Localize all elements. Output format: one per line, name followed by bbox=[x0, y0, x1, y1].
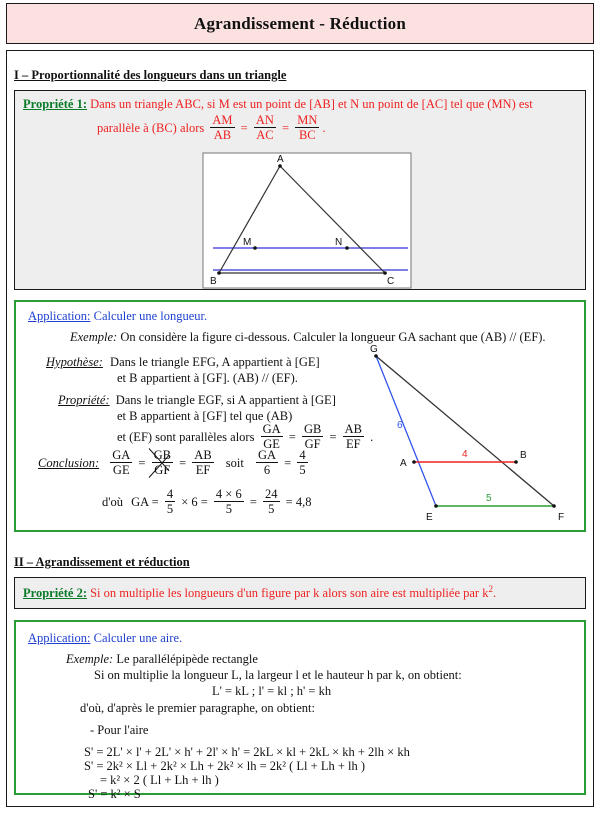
triangle-abc-figure: A B C M N bbox=[202, 152, 412, 289]
equals-sign-3: = bbox=[288, 429, 296, 444]
fraction-gb-gf-crossed: GB GF bbox=[151, 448, 173, 478]
final-expression-label: GA = bbox=[131, 494, 159, 509]
propriete-label: Propriété: bbox=[58, 393, 110, 407]
document-title-banner: Agrandissement - Réduction bbox=[6, 3, 594, 44]
property-2-text: Si on multiplie les longueurs d'un figur… bbox=[90, 586, 480, 600]
property-1-label: Propriété 1: bbox=[23, 97, 87, 111]
application-1-title: Calculer une longueur. bbox=[93, 309, 208, 323]
equals-sign-1: = bbox=[240, 120, 248, 135]
fraction-ga-ge-2: GA GE bbox=[110, 448, 133, 478]
property-2-period: . bbox=[492, 586, 497, 600]
propriete-line-3: et (EF) sont parallèles alors bbox=[117, 429, 255, 444]
equals-sign-8: = bbox=[249, 494, 257, 509]
vertex-label-a2: A bbox=[400, 458, 407, 469]
soit-text: soit bbox=[225, 455, 244, 470]
example-1-label: Exemple: bbox=[70, 330, 118, 344]
propriete-line-1: Dans le triangle EGF, si A appartient à … bbox=[115, 393, 336, 407]
fraction-ga-ge-1: GA GE bbox=[260, 422, 283, 452]
application-2-line-4: - Pour l'aire bbox=[90, 723, 149, 737]
application-2-line-2: L' = kL ; l' = kl ; h' = kh bbox=[212, 684, 332, 698]
area-equation-4: S' = k² × S bbox=[88, 787, 141, 801]
equals-sign-6: = bbox=[179, 455, 187, 470]
fraction-gb-gf-1: GB GF bbox=[301, 422, 324, 452]
example-2-text: Le parallélépipède rectangle bbox=[116, 652, 258, 666]
hypothese-label: Hypothèse: bbox=[46, 355, 103, 369]
triangle-gef-figure: G A B E F 6 4 5 bbox=[370, 344, 564, 523]
application-2-title: Calculer une aire. bbox=[93, 631, 183, 645]
property-1-box: Propriété 1: Dans un triangle ABC, si M … bbox=[14, 90, 586, 290]
segment-ge bbox=[375, 355, 437, 507]
property-2-label: Propriété 2: bbox=[23, 586, 87, 600]
property-1-line-1: Dans un triangle ABC, si M est un point … bbox=[90, 97, 533, 111]
equals-sign-4: = bbox=[329, 429, 337, 444]
measure-label-ef: 5 bbox=[486, 493, 492, 504]
property-1-line-2: parallèle à (BC) alors bbox=[97, 120, 205, 135]
segment-gf bbox=[375, 355, 555, 507]
section-2-heading: II – Agrandissement et réduction bbox=[14, 555, 190, 569]
vertex-label-c: C bbox=[387, 276, 394, 287]
fraction-am-ab: AM AB bbox=[210, 113, 235, 143]
fraction-4x6-5: 4 × 6 5 bbox=[213, 487, 244, 517]
fraction-an-ac: AN AC bbox=[253, 113, 276, 143]
vertex-label-e: E bbox=[426, 512, 433, 523]
fraction-4-5-1: 4 5 bbox=[297, 448, 308, 478]
vertex-label-a: A bbox=[277, 154, 284, 165]
page-title: Agrandissement - Réduction bbox=[193, 13, 407, 33]
application-1-label: Application: bbox=[28, 309, 91, 323]
application-2-line-1: Si on multiplie la longueur L, la largeu… bbox=[94, 668, 462, 682]
times-six: × 6 = bbox=[181, 494, 208, 509]
vertex-label-f: F bbox=[558, 512, 564, 523]
example-1-text: On considère la figure ci-dessous. Calcu… bbox=[120, 330, 546, 344]
property-2-k-term: k2 bbox=[482, 583, 493, 600]
hypothese-line-1: Dans le triangle EFG, A appartient à [GE… bbox=[110, 355, 320, 369]
final-result: = 4,8 bbox=[285, 494, 312, 509]
example-2-label: Exemple: bbox=[66, 652, 114, 666]
fraction-ab-ef-2: AB EF bbox=[192, 448, 214, 478]
fraction-24-5: 24 5 bbox=[263, 487, 280, 517]
application-2-box: Application: Calculer une aire. Exemple:… bbox=[14, 620, 586, 801]
section-1-heading: I – Proportionnalité des longueurs dans … bbox=[14, 68, 287, 82]
property-2-box: Propriété 2: Si on multiplie les longueu… bbox=[14, 577, 586, 609]
vertex-label-b: B bbox=[210, 276, 217, 287]
conclusion-label: Conclusion: bbox=[38, 455, 100, 470]
hypothese-line-2: et B appartient à [GF]. (AB) // (EF). bbox=[117, 371, 298, 385]
equals-sign-2: = bbox=[282, 120, 290, 135]
dou-text: d'où bbox=[102, 494, 124, 509]
vertex-label-n: N bbox=[335, 237, 342, 248]
vertex-label-m: M bbox=[243, 237, 251, 248]
measure-label-ge: 6 bbox=[397, 420, 403, 431]
application-2-label: Application: bbox=[28, 631, 91, 645]
equals-sign-7: = bbox=[284, 455, 292, 470]
vertex-label-b2: B bbox=[520, 450, 527, 461]
application-2-line-3: d'où, d'après le premier paragraphe, on … bbox=[80, 701, 315, 715]
vertex-label-g: G bbox=[370, 344, 378, 355]
fraction-mn-bc: MN BC bbox=[295, 113, 320, 143]
application-1-box: Application: Calculer une longueur. Exem… bbox=[14, 300, 586, 532]
document-page: Agrandissement - Réduction I – Proportio… bbox=[0, 0, 600, 817]
equals-sign-5: = bbox=[138, 455, 146, 470]
fraction-4-5-2: 4 5 bbox=[164, 487, 176, 517]
property-1-period: . bbox=[322, 120, 326, 135]
measure-label-ab: 4 bbox=[462, 449, 468, 460]
fraction-ga-6: GA 6 bbox=[255, 448, 279, 478]
